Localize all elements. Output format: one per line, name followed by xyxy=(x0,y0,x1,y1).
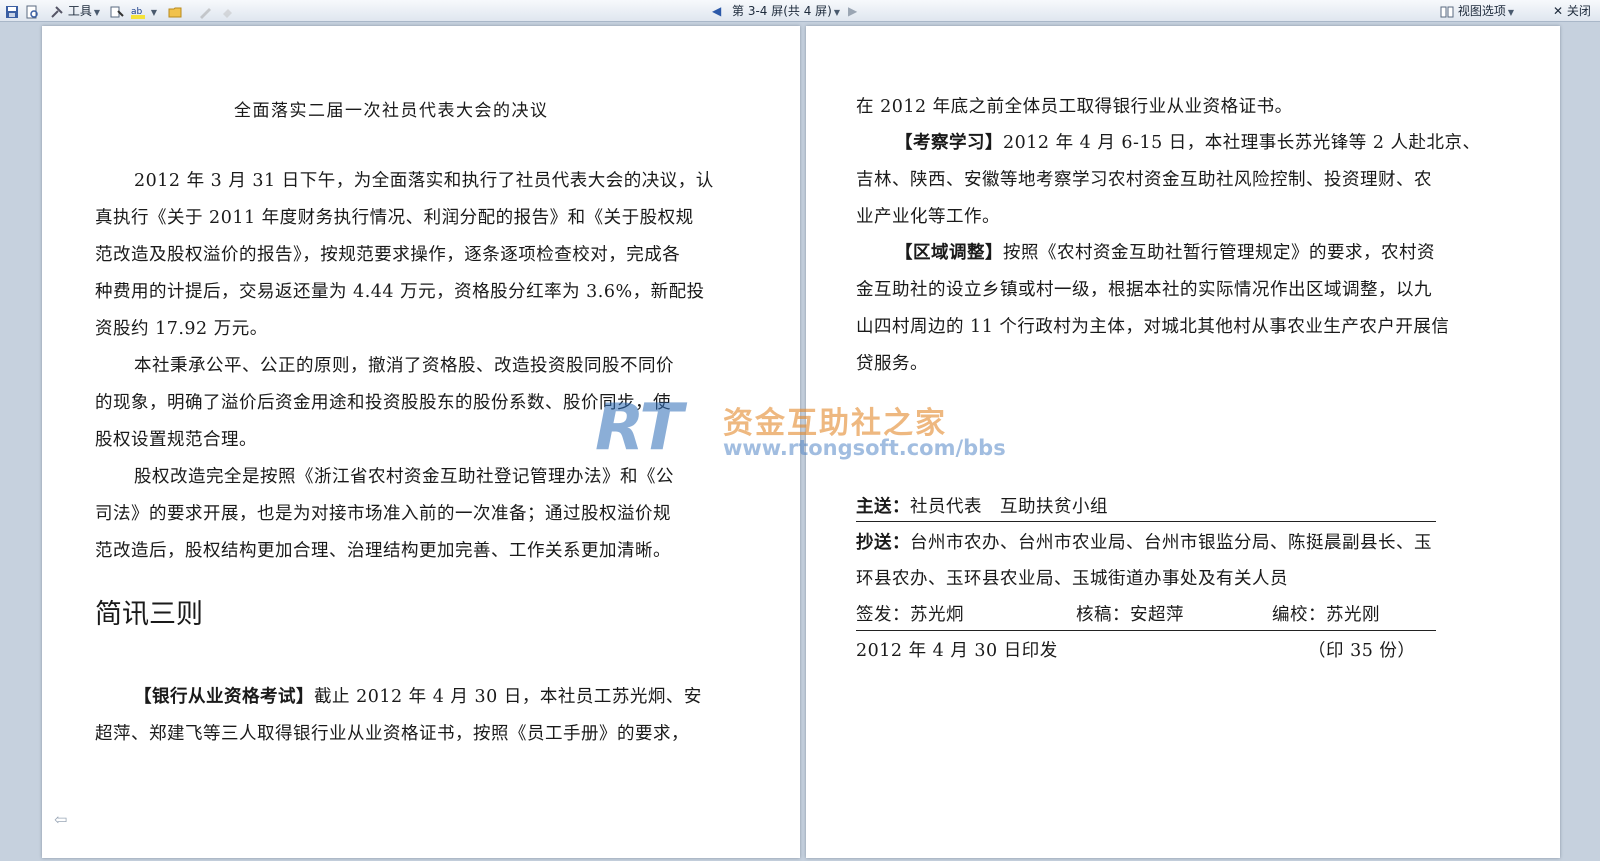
print-preview-icon[interactable] xyxy=(25,3,39,19)
paragraph-line: 种费用的计提后，交易返还量为 4.44 万元，资格股分红率为 3.6%，新配投 xyxy=(95,282,705,302)
tools-label: 工具 xyxy=(67,4,92,18)
zhusong-label: 主送： xyxy=(856,497,910,517)
pagination-label: 第 3-4 屏(共 4 屏) xyxy=(732,4,832,18)
news-tag: 【考察学习】 xyxy=(895,133,1003,153)
reading-toolbar: 工具 ▼ ab ▼ ◀ 第 3-4 屏(共 4 屏) ▼ ▶ 视图选项 ▼ ✕ 关闭 xyxy=(0,0,1600,22)
paragraph-line: 范改造及股权溢价的报告》，按规范要求操作，逐条逐项检查校对，完成各 xyxy=(95,245,681,265)
view-options-menu[interactable]: 视图选项 ▼ xyxy=(1440,3,1514,19)
close-icon: ✕ xyxy=(1553,4,1564,18)
back-arrow-icon[interactable]: ⇦ xyxy=(54,810,67,829)
news-item-line: 【考察学习】2012 年 4 月 6-15 日，本社理事长苏光锋等 2 人赴北京… xyxy=(895,132,1481,154)
view-options-label: 视图选项 xyxy=(1457,4,1506,18)
paragraph-line: 金互助社的设立乡镇或村一级，根据本社的实际情况作出区域调整，以九 xyxy=(856,280,1432,300)
next-screen-button[interactable]: ▶ xyxy=(848,3,857,19)
paragraph-line: 环县农办、玉环县农业局、玉城街道办事处及有关人员 xyxy=(856,569,1288,589)
copies-count: （印 35 份） xyxy=(1308,641,1416,661)
document-page-left: 全面落实二届一次社员代表大会的决议 2012 年 3 月 31 日下午，为全面落… xyxy=(42,26,800,858)
news-item-line: 【区域调整】按照《农村资金互助社暂行管理规定》的要求，农村资 xyxy=(895,242,1435,264)
close-button[interactable]: ✕ 关闭 xyxy=(1553,3,1591,19)
view-options-icon xyxy=(1440,6,1454,17)
paragraph-line: 山四村周边的 11 个行政村为主体，对城北其他村从事农业生产农户开展信 xyxy=(856,317,1450,337)
chaosong-value: 台州市农办、台州市农业局、台州市银监分局、陈挺晨副县长、玉 xyxy=(910,533,1432,553)
highlight-icon: ab xyxy=(131,7,145,19)
paragraph-line: 股权改造完全是按照《浙江省农村资金互助社登记管理办法》和《公 xyxy=(134,467,674,487)
paragraph-line: 贷服务。 xyxy=(856,354,928,374)
print-date: 2012 年 4 月 30 日印发 xyxy=(856,641,1058,661)
divider xyxy=(856,521,1436,522)
paragraph-line: 2012 年 3 月 31 日下午，为全面落实和执行了社员代表大会的决议，认 xyxy=(134,171,714,191)
chevron-down-icon: ▼ xyxy=(150,8,157,17)
news-text: 2012 年 4 月 6-15 日，本社理事长苏光锋等 2 人赴北京、 xyxy=(1003,133,1481,153)
paragraph-line: 范改造后，股权结构更加合理、治理结构更加完善、工作关系更加清晰。 xyxy=(95,541,671,561)
save-icon[interactable] xyxy=(5,3,19,19)
paragraph-line: 资股约 17.92 万元。 xyxy=(95,319,268,339)
tools-icon xyxy=(51,5,63,18)
news-item-line: 【银行从业资格考试】截止 2012 年 4 月 30 日，本社员工苏光炯、安 xyxy=(134,686,702,708)
paragraph-line: 在 2012 年底之前全体员工取得银行业从业资格证书。 xyxy=(856,97,1293,117)
chevron-down-icon: ▼ xyxy=(833,8,841,17)
paragraph-line: 司法》的要求开展，也是为对接市场准入前的一次准备；通过股权溢价规 xyxy=(95,504,671,524)
research-icon[interactable] xyxy=(110,3,124,19)
paragraph-line: 真执行《关于 2011 年度财务执行情况、利润分配的报告》和《关于股权规 xyxy=(95,208,694,228)
paragraph-line: 业产业化等工作。 xyxy=(856,207,1000,227)
chevron-down-icon: ▼ xyxy=(1507,8,1514,17)
paragraph-line: 股权设置规范合理。 xyxy=(95,430,257,450)
document-page-right: 在 2012 年底之前全体员工取得银行业从业资格证书。 【考察学习】2012 年… xyxy=(806,26,1560,858)
edit-icon[interactable] xyxy=(198,3,212,19)
pagination-menu[interactable]: 第 3-4 屏(共 4 屏) ▼ xyxy=(732,3,840,19)
issued-by: 签发：苏光炯 xyxy=(856,605,964,625)
eraser-icon[interactable] xyxy=(220,3,234,19)
zhusong-value: 社员代表 互助扶贫小组 xyxy=(910,497,1108,517)
paragraph-line: 本社秉承公平、公正的原则，撤消了资格股、改造投资股同股不同价 xyxy=(134,356,674,376)
highlight-menu[interactable]: ab ▼ xyxy=(131,3,157,19)
distribution-cc: 抄送：台州市农办、台州市农业局、台州市银监分局、陈挺晨副县长、玉 xyxy=(856,532,1432,554)
divider xyxy=(856,630,1436,631)
paragraph-line: 吉林、陕西、安徽等地考察学习农村资金互助社风险控制、投资理财、农 xyxy=(856,170,1432,190)
news-text: 按照《农村资金互助社暂行管理规定》的要求，农村资 xyxy=(1003,243,1435,263)
tools-menu[interactable]: 工具 ▼ xyxy=(50,3,100,19)
news-tag: 【银行从业资格考试】 xyxy=(134,687,314,707)
edited-by: 编校：苏光刚 xyxy=(1272,605,1380,625)
chaosong-label: 抄送： xyxy=(856,533,910,553)
section-heading: 简讯三则 xyxy=(95,599,203,630)
close-label: 关闭 xyxy=(1566,4,1591,18)
paragraph-line: 超萍、郑建飞等三人取得银行业从业资格证书，按照《员工手册》的要求， xyxy=(95,724,689,744)
paragraph-line: 的现象，明确了溢价后资金用途和投资股股东的股份系数、股价同步，使 xyxy=(95,393,671,413)
article-title: 全面落实二届一次社员代表大会的决议 xyxy=(234,101,549,121)
reviewed-by: 核稿：安超萍 xyxy=(1076,605,1184,625)
news-tag: 【区域调整】 xyxy=(895,243,1003,263)
prev-screen-button[interactable]: ◀ xyxy=(712,3,721,19)
news-text: 截止 2012 年 4 月 30 日，本社员工苏光炯、安 xyxy=(314,687,702,707)
chevron-down-icon: ▼ xyxy=(93,8,100,17)
distribution-main: 主送：社员代表 互助扶贫小组 xyxy=(856,496,1108,518)
folder-icon[interactable] xyxy=(168,3,182,19)
